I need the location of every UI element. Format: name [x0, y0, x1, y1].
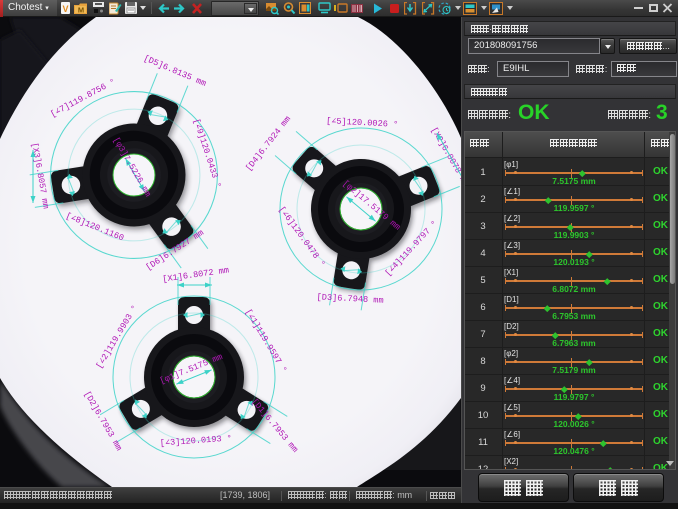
svg-text:V: V: [62, 4, 68, 14]
svg-text:M: M: [78, 6, 84, 15]
